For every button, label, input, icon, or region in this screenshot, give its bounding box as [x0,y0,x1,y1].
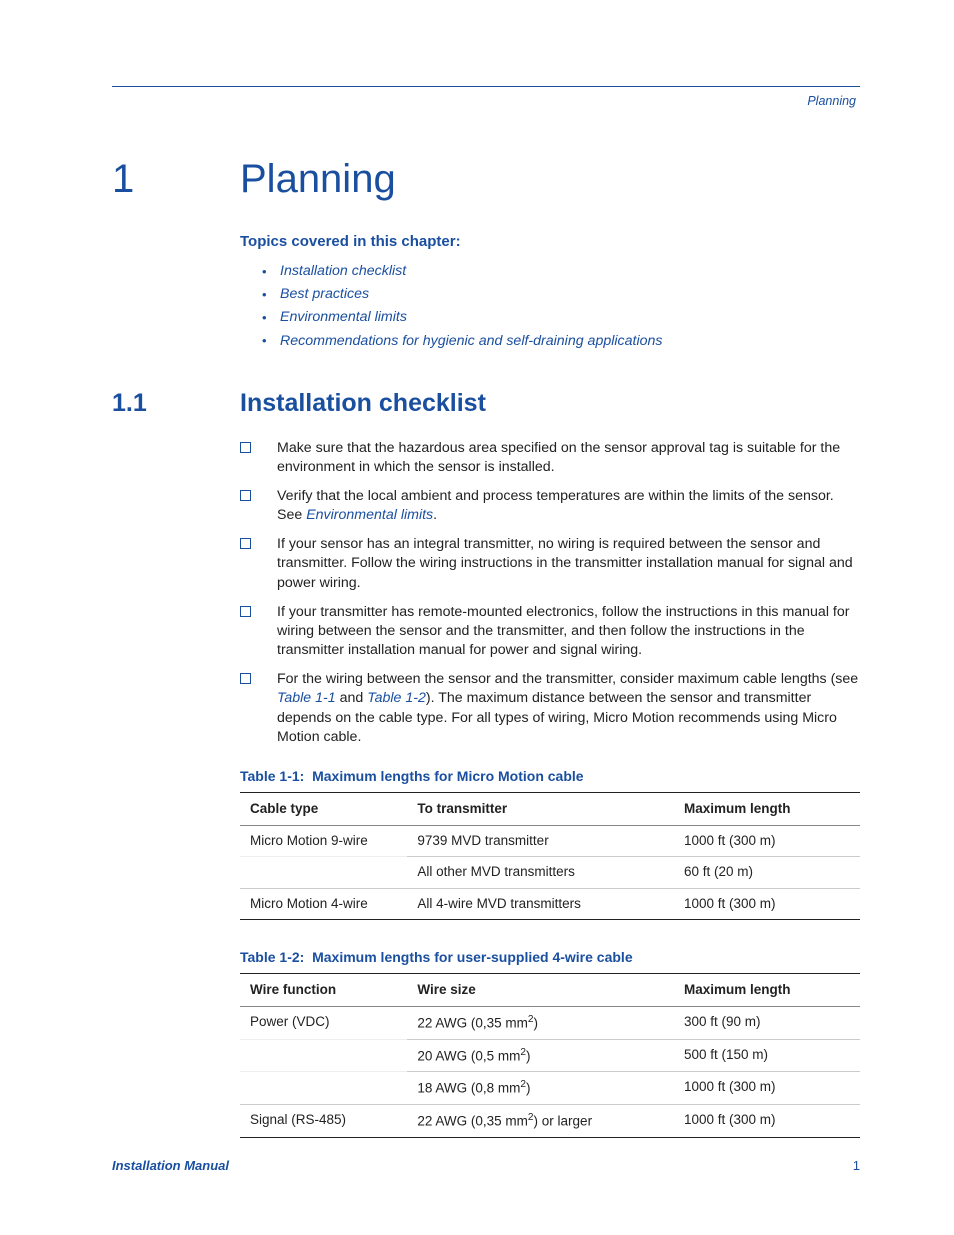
cell: Micro Motion 4-wire [240,888,407,919]
col-header: Maximum length [674,973,860,1006]
chapter-heading: 1 Planning [112,152,860,206]
topics-heading: Topics covered in this chapter: [240,232,860,252]
checklist-item: If your sensor has an integral transmitt… [240,535,860,593]
table-row: 18 AWG (0,8 mm2) 1000 ft (300 m) [240,1072,860,1105]
col-header: Maximum length [674,792,860,825]
section-heading: 1.1 Installation checklist [112,387,860,421]
table-row: Micro Motion 4-wire All 4-wire MVD trans… [240,888,860,919]
topic-item: •Installation checklist [262,262,860,281]
cell: 22 AWG (0,35 mm2) [407,1006,674,1039]
table-1-2: Wire function Wire size Maximum length P… [240,973,860,1138]
checklist-item: If your transmitter has remote-mounted e… [240,603,860,661]
checklist-text: Make sure that the hazardous area specif… [277,439,860,477]
cell: 9739 MVD transmitter [407,826,674,857]
chapter-number: 1 [112,152,240,206]
cell: 500 ft (150 m) [674,1039,860,1072]
checkbox-icon [240,490,251,501]
col-header: Wire size [407,973,674,1006]
cell: Power (VDC) [240,1006,407,1039]
running-head: Planning [112,93,860,110]
cell: 1000 ft (300 m) [674,888,860,919]
checklist-item: For the wiring between the sensor and th… [240,670,860,747]
cell [240,857,407,888]
link-table-1-2[interactable]: Table 1-2 [367,690,426,706]
topic-link-installation-checklist[interactable]: Installation checklist [280,263,406,279]
checklist-item: Make sure that the hazardous area specif… [240,439,860,477]
table-row: Signal (RS-485) 22 AWG (0,35 mm2) or lar… [240,1105,860,1138]
cell: 60 ft (20 m) [674,857,860,888]
topic-item: •Environmental limits [262,308,860,327]
cell: Micro Motion 9-wire [240,826,407,857]
section-number: 1.1 [112,387,240,421]
checkbox-icon [240,673,251,684]
checklist-item: Verify that the local ambient and proces… [240,487,860,525]
bullet-icon: • [262,309,280,327]
text-fragment: and [336,690,368,706]
checklist-text: If your transmitter has remote-mounted e… [277,603,860,661]
caption-label: Table 1-2: [240,949,304,965]
cell: 300 ft (90 m) [674,1006,860,1039]
checkbox-icon [240,538,251,549]
topic-item: •Recommendations for hygienic and self-d… [262,332,860,351]
table-row: 20 AWG (0,5 mm2) 500 ft (150 m) [240,1039,860,1072]
cell: 1000 ft (300 m) [674,1072,860,1105]
checklist-text: If your sensor has an integral transmitt… [277,535,860,593]
checklist-text: For the wiring between the sensor and th… [277,670,860,747]
checkbox-icon [240,442,251,453]
text-fragment: For the wiring between the sensor and th… [277,671,858,687]
table-header-row: Cable type To transmitter Maximum length [240,792,860,825]
page: Planning 1 Planning Topics covered in th… [0,0,954,1235]
chapter-title: Planning [240,152,396,206]
cell: 18 AWG (0,8 mm2) [407,1072,674,1105]
table-row: All other MVD transmitters 60 ft (20 m) [240,857,860,888]
caption-text: Maximum lengths for Micro Motion cable [312,768,583,784]
table-row: Power (VDC) 22 AWG (0,35 mm2) 300 ft (90… [240,1006,860,1039]
footer-doc-title: Installation Manual [112,1157,229,1175]
header-rule [112,86,860,87]
table-1-1: Cable type To transmitter Maximum length… [240,792,860,920]
cell [240,1072,407,1105]
table-row: Micro Motion 9-wire 9739 MVD transmitter… [240,826,860,857]
content-column: Topics covered in this chapter: •Install… [240,232,860,351]
page-footer: Installation Manual 1 [112,1157,860,1175]
table-1-1-caption: Table 1-1: Maximum lengths for Micro Mot… [240,767,860,786]
footer-page-number: 1 [853,1157,860,1175]
cell: 20 AWG (0,5 mm2) [407,1039,674,1072]
caption-label: Table 1-1: [240,768,304,784]
topics-list: •Installation checklist •Best practices … [262,262,860,351]
topic-link-best-practices[interactable]: Best practices [280,286,369,302]
cell: All 4-wire MVD transmitters [407,888,674,919]
table-header-row: Wire function Wire size Maximum length [240,973,860,1006]
col-header: Cable type [240,792,407,825]
cell: 22 AWG (0,35 mm2) or larger [407,1105,674,1138]
checklist-text: Verify that the local ambient and proces… [277,487,860,525]
bullet-icon: • [262,332,280,350]
cell: 1000 ft (300 m) [674,1105,860,1138]
topic-item: •Best practices [262,285,860,304]
cell [240,1039,407,1072]
cell: 1000 ft (300 m) [674,826,860,857]
table-1-2-caption: Table 1-2: Maximum lengths for user-supp… [240,948,860,967]
col-header: To transmitter [407,792,674,825]
bullet-icon: • [262,286,280,304]
bullet-icon: • [262,263,280,281]
topic-link-environmental-limits[interactable]: Environmental limits [280,309,407,325]
caption-text: Maximum lengths for user-supplied 4-wire… [312,949,633,965]
section-title: Installation checklist [240,387,486,421]
cell: Signal (RS-485) [240,1105,407,1138]
cell: All other MVD transmitters [407,857,674,888]
topic-link-hygienic-recommendations[interactable]: Recommendations for hygienic and self-dr… [280,333,663,349]
link-environmental-limits[interactable]: Environmental limits [306,507,433,523]
checkbox-icon [240,606,251,617]
col-header: Wire function [240,973,407,1006]
section-body: Make sure that the hazardous area specif… [240,439,860,1138]
link-table-1-1[interactable]: Table 1-1 [277,690,336,706]
text-fragment: . [433,507,437,523]
checklist: Make sure that the hazardous area specif… [240,439,860,747]
